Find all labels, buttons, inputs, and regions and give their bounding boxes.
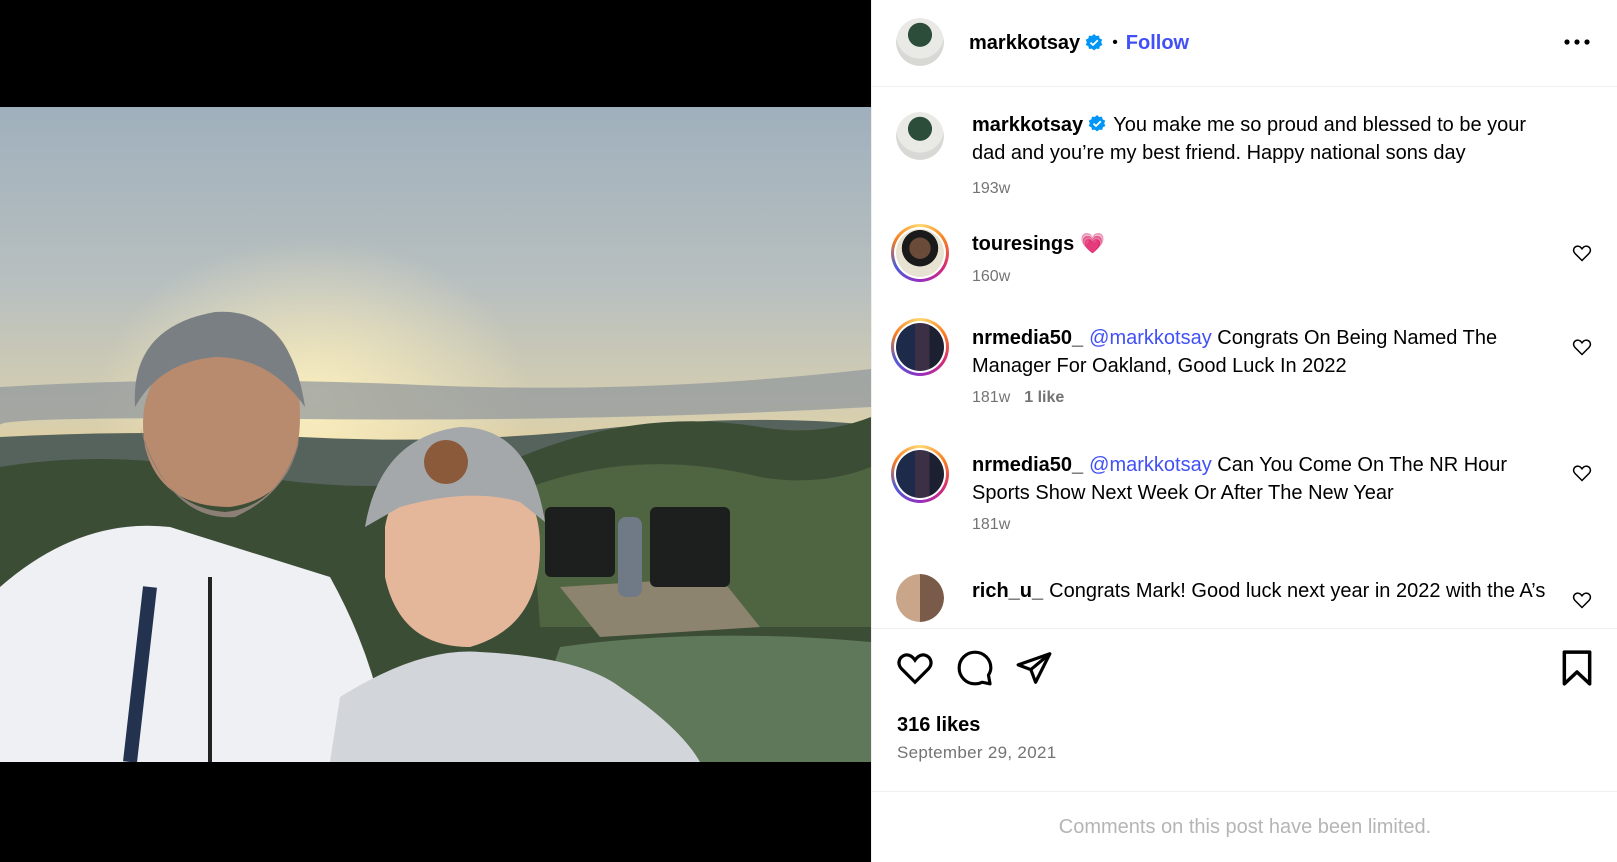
caption-meta: 193w xyxy=(972,180,1010,198)
post-header: markkotsay • Follow xyxy=(872,0,1617,87)
comment-text-block: nrmedia50_ @markkotsay Congrats On Being … xyxy=(972,324,1562,380)
comment-meta: 160w xyxy=(972,268,1010,286)
comment-username[interactable]: rich_u_ xyxy=(972,580,1043,602)
author-avatar[interactable] xyxy=(896,18,944,66)
comment-age: 181w xyxy=(972,516,1011,533)
comment-age: 160w xyxy=(972,268,1011,285)
comment-text-block: touresings 💗 xyxy=(972,230,1562,258)
caption-avatar[interactable] xyxy=(896,112,944,160)
comment-text-block: rich_u_ Congrats Mark! Good luck next yea… xyxy=(972,577,1562,605)
post-side-panel: markkotsay • Follow markkotsay You make … xyxy=(871,0,1617,862)
comment-like-heart-icon[interactable] xyxy=(1572,590,1592,610)
comment-like-count[interactable]: 1 like xyxy=(1024,389,1064,406)
share-icon[interactable] xyxy=(1015,649,1053,687)
comment-like-heart-icon[interactable] xyxy=(1572,337,1592,357)
commenter-avatar[interactable] xyxy=(896,574,944,622)
separator-dot: • xyxy=(1112,34,1118,51)
caption-text-block: markkotsay You make me so proud and bles… xyxy=(972,111,1562,167)
comment-mention-link[interactable]: @markkotsay xyxy=(1089,454,1212,476)
commenter-avatar[interactable] xyxy=(891,445,949,503)
comments-list[interactable]: markkotsay You make me so proud and bles… xyxy=(872,88,1617,628)
comment-meta: 181w 1 like xyxy=(972,389,1064,407)
comment-text-block: nrmedia50_ @markkotsay Can You Come On Th… xyxy=(972,451,1562,507)
comment-meta: 181w xyxy=(972,516,1010,534)
comment-age: 181w xyxy=(972,389,1011,406)
comment-username[interactable]: nrmedia50_ xyxy=(972,454,1083,476)
comment-like-heart-icon[interactable] xyxy=(1572,463,1592,483)
comment-username[interactable]: nrmedia50_ xyxy=(972,327,1083,349)
verified-badge-icon xyxy=(1088,115,1106,132)
post-actions-bar: 316 likes September 29, 2021 xyxy=(872,628,1617,788)
bookmark-icon[interactable] xyxy=(1558,649,1596,687)
post-media xyxy=(0,0,871,862)
caption-age: 193w xyxy=(972,180,1011,197)
likes-count[interactable]: 316 likes xyxy=(897,714,980,737)
photo-illustration xyxy=(0,107,871,762)
comment-like-heart-icon[interactable] xyxy=(1572,243,1592,263)
comments-limited-notice: Comments on this post have been limited. xyxy=(872,791,1617,862)
comment-text: Congrats Mark! Good luck next year in 20… xyxy=(1049,580,1546,602)
follow-button[interactable]: Follow xyxy=(1126,32,1189,55)
more-options-icon[interactable] xyxy=(1562,30,1592,54)
instagram-post-view: markkotsay • Follow markkotsay You make … xyxy=(0,0,1617,862)
comment-icon[interactable] xyxy=(956,649,994,687)
heart-icon[interactable] xyxy=(896,649,934,687)
comment-text: 💗 xyxy=(1080,233,1106,255)
verified-badge-icon xyxy=(1085,34,1103,51)
comment-username[interactable]: touresings xyxy=(972,233,1074,255)
comment-mention-link[interactable]: @markkotsay xyxy=(1089,327,1212,349)
caption-username[interactable]: markkotsay xyxy=(972,114,1083,136)
post-date: September 29, 2021 xyxy=(897,743,1057,762)
commenter-avatar[interactable] xyxy=(891,224,949,282)
commenter-avatar[interactable] xyxy=(891,318,949,376)
author-username[interactable]: markkotsay xyxy=(969,32,1080,55)
post-photo xyxy=(0,107,871,762)
